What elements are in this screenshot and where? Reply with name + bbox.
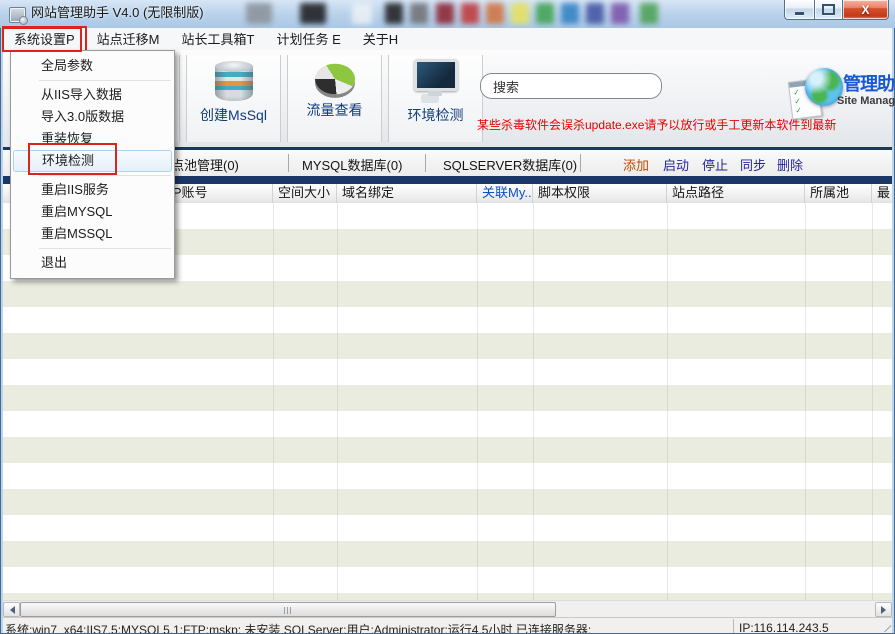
toolbar-button-4[interactable]: 环境检测 xyxy=(388,55,483,142)
column-gridline xyxy=(477,203,478,600)
arrow-left-icon xyxy=(6,606,15,614)
column-gridline xyxy=(872,203,873,600)
resize-grip[interactable] xyxy=(879,620,891,632)
tab-separator xyxy=(288,154,289,172)
system-menu-item-5[interactable]: 重装恢复 xyxy=(11,128,174,150)
menu-bar: 系统设置P站点迁移M站长工具箱T计划任务 E关于H xyxy=(3,28,892,51)
close-icon: X xyxy=(861,3,869,17)
column-header-2[interactable]: 空间大小 xyxy=(273,184,337,203)
maximize-button[interactable] xyxy=(815,0,843,20)
system-menu-item-1[interactable]: 全局参数 xyxy=(11,55,174,77)
system-menu-item-9[interactable]: 重启MYSQL xyxy=(11,201,174,223)
column-header-6[interactable]: 站点路径 xyxy=(667,184,805,203)
taskbar-thumbnail xyxy=(385,3,403,24)
status-system-info: 系统:win7_x64;IIS7.5;MYSQL5.1;FTP:mskp; 未安… xyxy=(5,621,591,633)
menu-separator xyxy=(39,80,171,81)
tab-separator xyxy=(425,154,426,172)
column-gridline xyxy=(667,203,668,600)
status-divider xyxy=(733,619,734,633)
monitor-icon xyxy=(412,58,460,102)
toolbar-button-2[interactable]: 创建MsSql xyxy=(186,55,281,142)
database-icon xyxy=(212,60,256,102)
column-gridline xyxy=(273,203,274,600)
search-input[interactable] xyxy=(481,74,662,98)
logo-subtitle: Site Managemet xyxy=(837,95,895,107)
menubar-item-1[interactable]: 系统设置P xyxy=(3,27,86,51)
app-window: 网站管理助手 V4.0 (无限制版) X 系统设置P站点迁移M站长工具箱T计划任… xyxy=(0,0,895,634)
title-bar[interactable]: 网站管理助手 V4.0 (无限制版) X xyxy=(0,0,895,28)
action-4[interactable]: 同步 xyxy=(740,155,766,174)
close-button[interactable]: X xyxy=(843,0,889,20)
column-gridline xyxy=(337,203,338,600)
column-header-3[interactable]: 域名绑定 xyxy=(337,184,477,203)
pie-chart-icon xyxy=(313,55,357,97)
scroll-right-button[interactable] xyxy=(875,602,892,617)
column-gridline xyxy=(805,203,806,600)
taskbar-thumbnail xyxy=(561,3,579,24)
menu-separator xyxy=(39,248,171,249)
action-5[interactable]: 删除 xyxy=(777,155,803,174)
system-menu-item-12[interactable]: 退出 xyxy=(11,252,174,274)
column-header-4[interactable]: 关联My... xyxy=(477,184,533,203)
column-header-5[interactable]: 脚本权限 xyxy=(533,184,667,203)
action-1[interactable]: 添加 xyxy=(623,155,649,174)
column-header-7[interactable]: 所属池 xyxy=(805,184,872,203)
logo-title: 管理助手 xyxy=(843,70,895,96)
scrollbar-grip-icon xyxy=(284,607,292,614)
menu-separator xyxy=(39,175,171,176)
taskbar-thumbnail xyxy=(640,3,658,24)
taskbar-thumbnail xyxy=(536,3,554,24)
arrow-right-icon xyxy=(881,606,890,614)
toolbar-button-3[interactable]: 流量查看 xyxy=(287,55,382,142)
menubar-item-3[interactable]: 站长工具箱T xyxy=(171,27,266,51)
taskbar-thumbnail xyxy=(486,3,504,24)
taskbar-thumbnail xyxy=(586,3,604,24)
tab-2[interactable]: MYSQL数据库(0) xyxy=(302,155,402,174)
menubar-item-2[interactable]: 站点迁移M xyxy=(86,27,171,51)
antivirus-warning: 某些杀毒软件会误杀update.exe请予以放行或手工更新本软件到最新 xyxy=(477,116,836,133)
scroll-left-button[interactable] xyxy=(3,602,20,617)
taskbar-thumbnail xyxy=(410,3,428,24)
taskbar-thumbnail xyxy=(611,3,629,24)
system-menu-item-3[interactable]: 从IIS导入数据 xyxy=(11,84,174,106)
search-pill xyxy=(480,73,662,99)
system-menu-item-6[interactable]: 环境检测 xyxy=(13,150,172,172)
taskbar-thumbnail xyxy=(246,3,272,24)
taskbar-thumbnail xyxy=(511,3,529,24)
scrollbar-thumb[interactable] xyxy=(20,602,556,617)
action-2[interactable]: 启动 xyxy=(663,155,689,174)
menubar-item-5[interactable]: 关于H xyxy=(352,27,409,51)
tab-3[interactable]: SQLSERVER数据库(0) xyxy=(443,155,577,174)
system-menu-item-8[interactable]: 重启IIS服务 xyxy=(11,179,174,201)
column-gridline xyxy=(533,203,534,600)
window-title: 网站管理助手 V4.0 (无限制版) xyxy=(31,0,204,28)
taskbar-thumbnail xyxy=(352,3,372,24)
tab-separator xyxy=(580,154,581,172)
minimize-icon xyxy=(795,12,804,15)
system-menu-item-10[interactable]: 重启MSSQL xyxy=(11,223,174,245)
horizontal-scrollbar[interactable] xyxy=(3,600,892,618)
taskbar-thumbnail xyxy=(436,3,454,24)
column-header-8[interactable]: 最 xyxy=(872,184,892,203)
brand-logo: 管理助手 Site Managemet xyxy=(787,62,891,114)
system-menu-item-4[interactable]: 导入3.0版数据 xyxy=(11,106,174,128)
app-icon xyxy=(9,7,26,23)
menubar-item-4[interactable]: 计划任务 E xyxy=(265,27,351,51)
action-3[interactable]: 停止 xyxy=(702,155,728,174)
status-ip: IP:116.114.243.5 xyxy=(739,621,829,633)
maximize-icon xyxy=(822,4,835,15)
minimize-button[interactable] xyxy=(784,0,815,20)
taskbar-thumbnail xyxy=(300,3,326,24)
taskbar-thumbnail xyxy=(461,3,479,24)
status-bar: 系统:win7_x64;IIS7.5;MYSQL5.1;FTP:mskp; 未安… xyxy=(3,617,892,633)
system-menu: 全局参数从IIS导入数据导入3.0版数据重装恢复环境检测重启IIS服务重启MYS… xyxy=(10,50,175,279)
